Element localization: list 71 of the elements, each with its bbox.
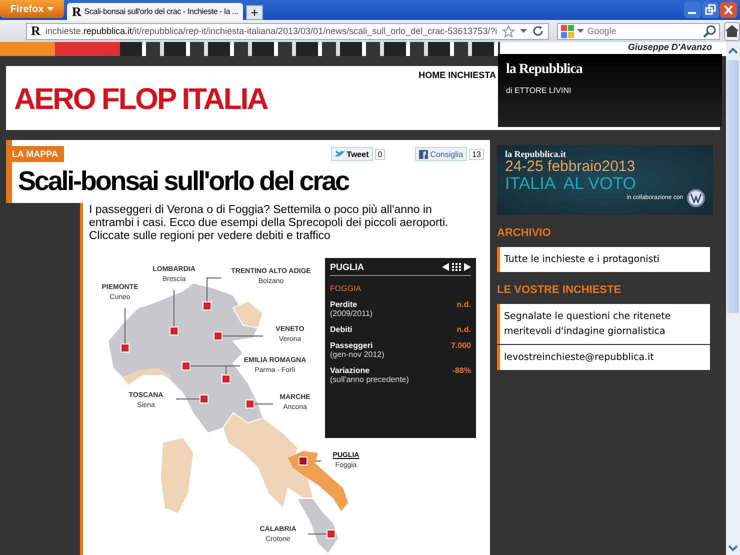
stat-value: n.d. [456, 300, 471, 309]
stat-label: Perdite [330, 300, 358, 309]
section-heading: LE VOSTRE INCHIESTE [497, 284, 622, 296]
address-bar[interactable]: R inchieste.repubblica.it/it/repubblica/rep-it/inchiesta-italiana/2013/03/01/news/scali_sull_orlo_del_crac-53613753/?i [26, 22, 550, 40]
dropdown-caret-icon [46, 6, 54, 12]
circle-logo-icon [687, 189, 705, 207]
panel-region-title: PUGLIA [330, 262, 364, 272]
promo-dates: 24-25 febbraio2013 [505, 159, 636, 175]
dropdown-caret-icon[interactable] [520, 28, 528, 34]
next-icon[interactable] [464, 262, 471, 270]
section-heading: ARCHIVIO [497, 227, 552, 239]
new-tab-button[interactable]: + [246, 5, 264, 20]
minimize-icon[interactable] [684, 2, 701, 18]
scroll-up-icon[interactable] [727, 46, 739, 56]
like-button[interactable]: Consiglia [415, 147, 468, 161]
map-pin[interactable] [298, 456, 308, 466]
reload-icon[interactable] [532, 25, 544, 37]
scrollbar[interactable] [726, 42, 740, 555]
site-logo: R [72, 4, 82, 20]
byline: di ETTORE LIVINI [506, 86, 572, 95]
tweet-button[interactable]: Tweet [330, 147, 373, 161]
close-icon[interactable] [720, 2, 737, 18]
stat-value: n.d. [456, 325, 471, 334]
stat-label: Variazione [330, 366, 371, 375]
map-pin[interactable] [326, 530, 336, 538]
stat-note: (sull'anno precedente) [330, 375, 409, 384]
like-count: 13 [469, 148, 484, 160]
brand-name: la Repubblica [506, 62, 582, 78]
tweet-count: 0 [374, 148, 386, 160]
url-text: inchieste.repubblica.it/it/repubblica/rep-it/inchiesta-italiana/2013/03/01/news/scali_sull_orlo_del_crac-53613753/?i [45, 26, 498, 36]
browser-tab[interactable]: R Scali-bonsai sull'orlo del crac - Inchieste - la ... [67, 3, 244, 20]
map-pin[interactable] [222, 374, 230, 384]
search-icon[interactable] [703, 24, 716, 38]
search-field[interactable]: Google [557, 22, 720, 40]
map-pin[interactable] [120, 344, 130, 352]
stat-label: Debiti [330, 325, 352, 334]
previous-icon[interactable] [442, 262, 449, 270]
restore-icon[interactable] [702, 2, 719, 18]
map-pin[interactable] [200, 394, 208, 404]
stat-note: (gen-nov 2012) [330, 350, 384, 359]
site-title: AERO FLOP ITALIA [14, 82, 268, 118]
intro-paragraph: I passeggeri di Verona o di Foggia? Settemila o poco più all'anno in entrambi i casi. Ecco due esempi della Sprecopoli dei piccoli aeroporti. Cliccate sulle regioni per vedere debiti e traffico [89, 203, 450, 243]
sidebar-link[interactable]: levostreinchieste@repubblica.it [497, 345, 710, 370]
home-link[interactable]: HOME INCHIESTA [418, 70, 496, 80]
house-icon [725, 25, 740, 37]
article-title: Scali-bonsai sull'orlo del crac [18, 166, 350, 196]
dropdown-caret-icon[interactable] [577, 28, 584, 34]
sidebar-link[interactable]: Tutte le inchieste e i protagonisti [497, 247, 710, 272]
site-logo: R [31, 23, 40, 39]
stat-note: (2009/2011) [330, 309, 373, 318]
tab-title: Scali-bonsai sull'orlo del crac - Inchieste - la ... [84, 7, 238, 16]
author-name: Giuseppe D'Avanzo [628, 42, 712, 52]
promo-brand: la Repubblica.it [505, 149, 568, 159]
bird-icon [334, 150, 345, 158]
f-logo-icon [419, 150, 428, 158]
star-icon[interactable] [502, 24, 516, 38]
map-pin[interactable] [202, 302, 212, 310]
grid-icon[interactable] [452, 262, 461, 270]
map-pin[interactable] [170, 326, 178, 336]
scroll-down-icon[interactable] [727, 543, 739, 553]
sidebar-link[interactable]: Segnalate le questioni che ritenete meritevoli d'indagine giornalistica [497, 304, 710, 344]
stat-value: 7.000 [450, 341, 471, 350]
panel-city: FOGGIA [330, 284, 362, 293]
map-pin[interactable] [246, 400, 254, 408]
promo-headline: ITALIA AL VOTO [505, 175, 638, 193]
stat-label: Passeggeri [330, 341, 374, 350]
stat-value: -88% [452, 366, 471, 375]
map-pin[interactable] [214, 332, 222, 340]
map-pin[interactable] [182, 362, 190, 370]
home-button[interactable] [724, 22, 740, 40]
google-logo-icon [561, 24, 574, 38]
